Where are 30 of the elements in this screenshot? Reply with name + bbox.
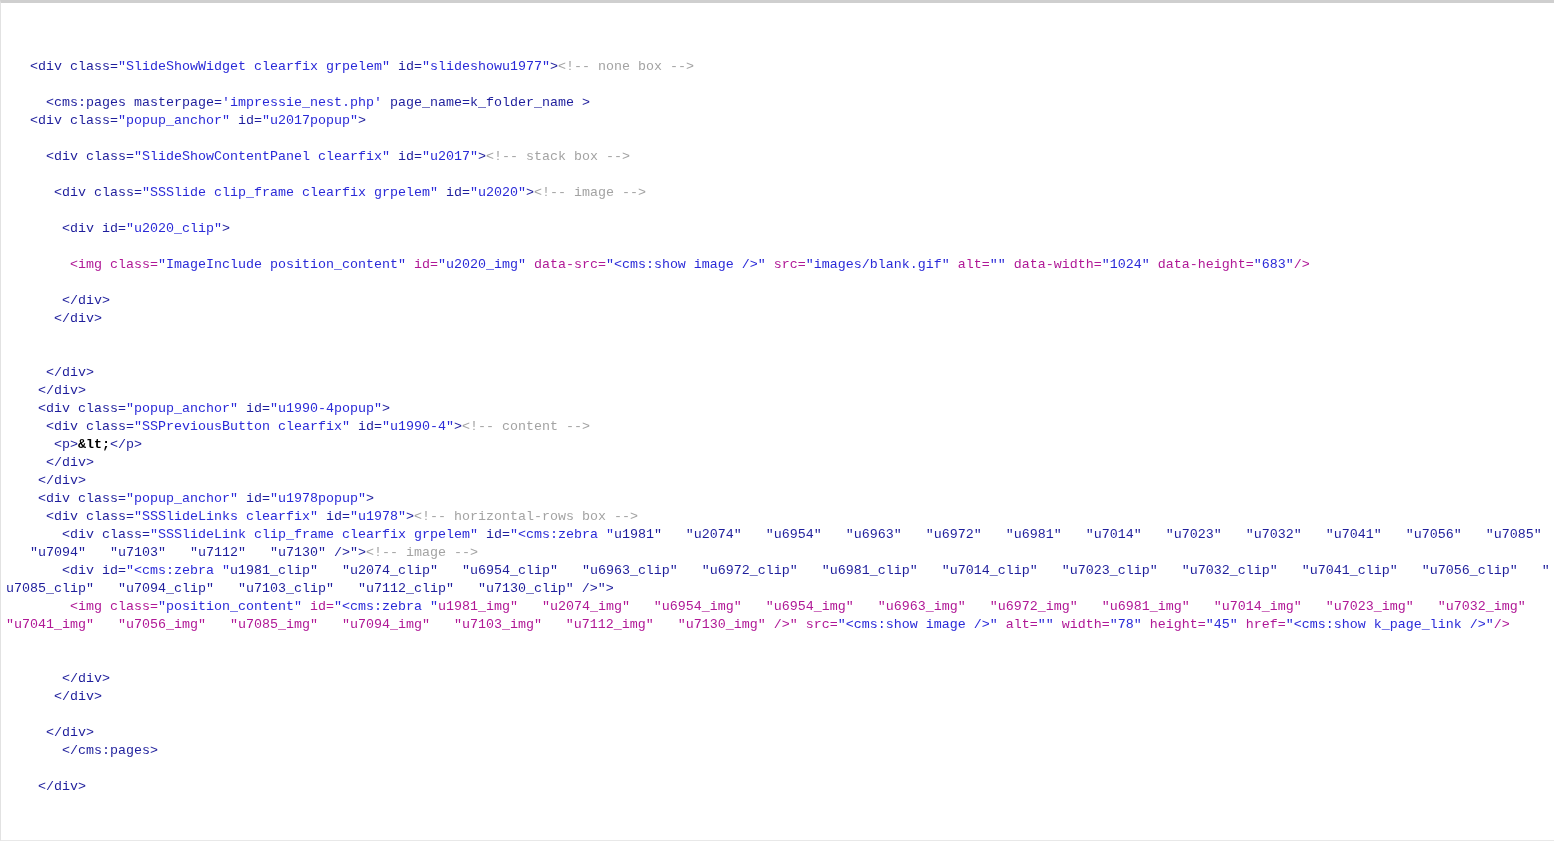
code-line: <div id="u2020_clip"> [61,220,230,238]
code-line: <img class="ImageInclude position_content" id="u2020_img" data-src="<cms:show image />" src="images/blank.gif" alt="" data-width="1024" data-height="683"/> [69,256,1310,274]
code-line: </cms:pages> [61,742,158,760]
code-line: "u7041_img" "u7056_img" "u7085_img" "u7094_img" "u7103_img" "u7112_img" "u7130_img" />" src="<cms:show image />" alt="" width="78" height="45" href="<cms:show k_page_link />"/> [6,616,1510,634]
code-line: <div class="SlideShowWidget clearfix grpelem" id="slideshowu1977"><!-- none box --> [29,58,694,76]
code-line: <div class="SSPreviousButton clearfix" id="u1990-4"><!-- content --> [45,418,590,436]
code-line: </div> [61,670,110,688]
code-line: </div> [37,382,86,400]
code-line: <div class="SSSlideLink clip_frame clearfix grpelem" id="<cms:zebra "u1981" "u2074" "u6954" "u6963" "u6972" "u6981" "u7014" "u7023" "u7032" "u7041" "u7056" "u7085" [61,526,1542,544]
code-line: </div> [53,688,102,706]
code-line: "u7094" "u7103" "u7112" "u7130" />"><!-- image --> [29,544,478,562]
code-line: <div class="popup_anchor" id="u2017popup"> [29,112,366,130]
code-line: <p>&lt;</p> [53,436,142,454]
code-line: <div class="SlideShowContentPanel clearfix" id="u2017"><!-- stack box --> [45,148,630,166]
code-editor[interactable] [0,0,1554,841]
code-line: <cms:pages masterpage='impressie_nest.php' page_name=k_folder_name > [45,94,590,112]
code-line: <div class="SSSlideLinks clearfix" id="u1978"><!-- horizontal-rows box --> [45,508,638,526]
code-line: </div> [37,472,86,490]
code-line: </div> [45,454,94,472]
code-line: </div> [53,310,102,328]
code-line: </div> [37,778,86,796]
code-line: </div> [61,292,110,310]
code-line: </div> [45,364,94,382]
code-line: <img class="position_content" id="<cms:zebra "u1981_img" "u2074_img" "u6954_img" "u6954_img" "u6963_img" "u6972_img" "u6981_img" "u7014_img" "u7023_img" "u7032_img" [69,598,1526,616]
code-line: <div class="SSSlide clip_frame clearfix grpelem" id="u2020"><!-- image --> [53,184,646,202]
code-line: </div> [45,724,94,742]
code-line: <div class="popup_anchor" id="u1990-4popup"> [37,400,390,418]
code-line: <div class="popup_anchor" id="u1978popup"> [37,490,374,508]
code-line: u7085_clip" "u7094_clip" "u7103_clip" "u7112_clip" "u7130_clip" />"> [6,580,614,598]
code-line: <div id="<cms:zebra "u1981_clip" "u2074_clip" "u6954_clip" "u6963_clip" "u6972_clip" "u6981_clip" "u7014_clip" "u7023_clip" "u7032_clip" "u7041_clip" "u7056_clip" " [61,562,1550,580]
